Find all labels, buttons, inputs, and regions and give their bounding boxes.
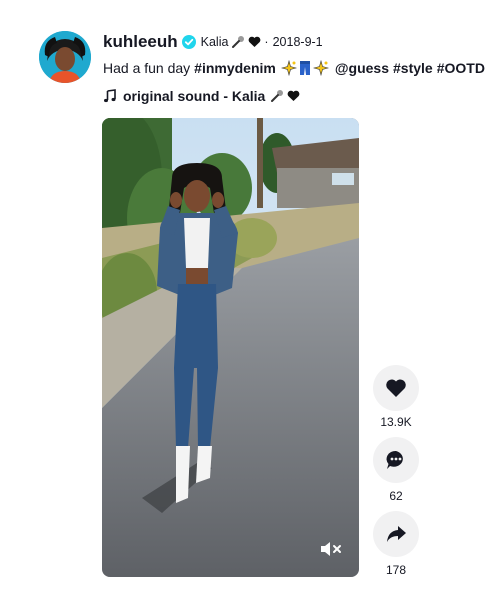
jeans-emoji-icon [299, 61, 310, 75]
video-player[interactable] [102, 118, 359, 577]
sparkles-emoji-icon-2 [312, 60, 329, 76]
comment-button[interactable] [373, 437, 419, 483]
author-row: kuhleeuh Kalia · 2018-9-1 [103, 30, 498, 54]
hashtag-style[interactable]: #style [393, 60, 433, 76]
heart-icon [386, 379, 406, 397]
share-count: 178 [385, 563, 407, 577]
sound-title: original sound - Kalia [123, 88, 266, 104]
heart-emoji-icon [249, 36, 261, 47]
author-avatar[interactable] [39, 31, 91, 83]
hashtag-inmydenim[interactable]: #inmydenim [194, 60, 276, 76]
caption: Had a fun day #inmydenim @guess #style #… [103, 56, 498, 80]
microphone-emoji-icon-2 [271, 90, 284, 102]
comment-icon [386, 450, 403, 469]
music-note-icon [104, 89, 116, 103]
heart-emoji-icon-2 [287, 90, 300, 101]
like-button[interactable] [373, 365, 419, 411]
nickname: Kalia [200, 35, 229, 49]
sparkles-emoji-icon [280, 60, 297, 76]
like-count: 13.9K [380, 415, 412, 429]
mute-icon[interactable] [319, 539, 345, 559]
sound-link[interactable]: original sound - Kalia [103, 84, 498, 108]
username[interactable]: kuhleeuh [103, 32, 178, 52]
mention-guess[interactable]: @guess [335, 60, 389, 76]
separator-dot: · [264, 35, 269, 49]
verified-icon [181, 35, 196, 49]
microphone-emoji-icon [232, 36, 245, 48]
hashtag-ootd[interactable]: #OOTD [437, 60, 485, 76]
share-button[interactable] [373, 511, 419, 557]
caption-text: Had a fun day [103, 60, 191, 76]
post-date: 2018-9-1 [272, 35, 323, 49]
share-arrow-icon [387, 526, 406, 542]
post-header: kuhleeuh Kalia · 2018-9-1 Had a fun day … [103, 30, 498, 108]
video-frame [102, 118, 359, 577]
comment-count: 62 [389, 489, 403, 503]
